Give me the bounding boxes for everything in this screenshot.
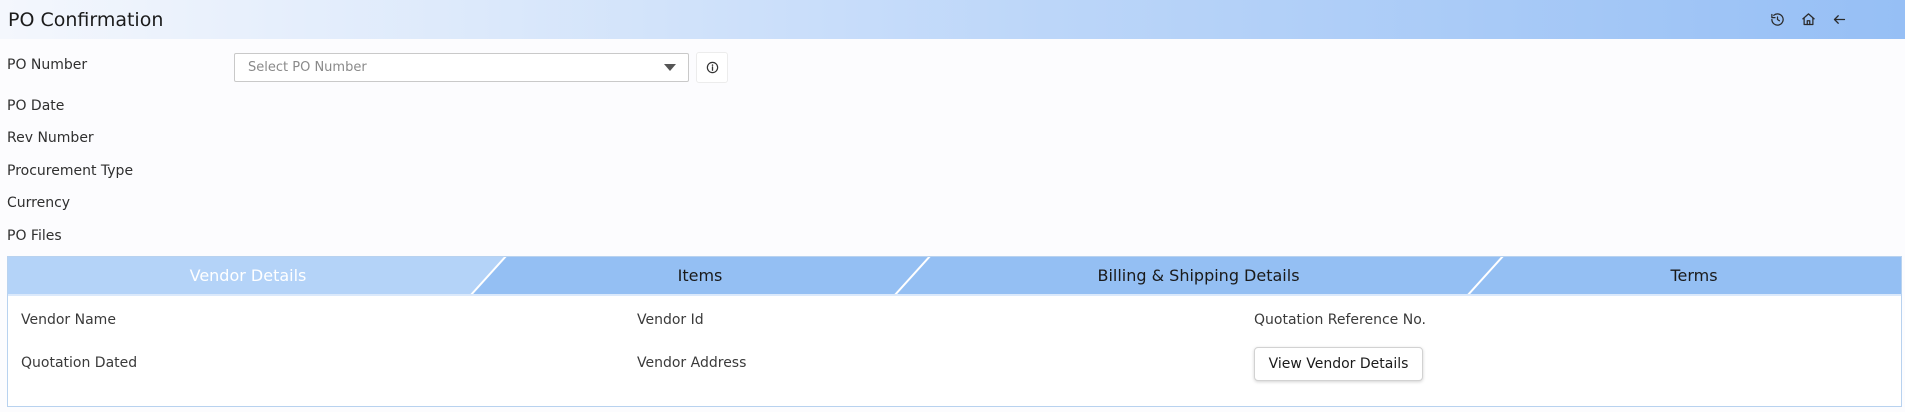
tab-vendor-details[interactable]: Vendor Details	[8, 257, 488, 294]
tab-terms[interactable]: Terms	[1485, 257, 1901, 294]
back-arrow-icon[interactable]	[1830, 10, 1849, 29]
history-icon[interactable]	[1768, 10, 1787, 29]
header-actions	[1768, 10, 1849, 29]
po-number-label: PO Number	[7, 57, 88, 73]
rev-number-label: Rev Number	[7, 130, 94, 146]
po-number-select[interactable]: Select PO Number	[234, 53, 689, 82]
vendor-name-label: Vendor Name	[21, 312, 116, 328]
tab-billing-shipping[interactable]: Billing & Shipping Details	[912, 257, 1485, 294]
home-icon[interactable]	[1799, 10, 1818, 29]
po-date-label: PO Date	[7, 98, 65, 114]
tab-underline	[8, 294, 1901, 296]
tab-items[interactable]: Items	[488, 257, 912, 294]
view-vendor-details-button[interactable]: View Vendor Details	[1254, 347, 1423, 381]
info-icon	[706, 61, 718, 74]
details-tabs-panel: Vendor Details Items Billing & Shipping …	[7, 256, 1902, 407]
vendor-id-label: Vendor Id	[637, 312, 704, 328]
chevron-down-icon	[664, 64, 676, 71]
info-button[interactable]	[696, 52, 728, 83]
page-header: PO Confirmation	[0, 0, 1905, 39]
page-title: PO Confirmation	[8, 8, 164, 31]
procurement-type-label: Procurement Type	[7, 163, 134, 179]
quotation-dated-label: Quotation Dated	[21, 355, 138, 371]
po-files-label: PO Files	[7, 228, 62, 244]
tab-bar: Vendor Details Items Billing & Shipping …	[8, 257, 1901, 294]
vendor-address-label: Vendor Address	[637, 355, 747, 371]
currency-label: Currency	[7, 195, 71, 211]
quotation-reference-label: Quotation Reference No.	[1254, 312, 1426, 328]
po-number-placeholder: Select PO Number	[248, 60, 367, 75]
